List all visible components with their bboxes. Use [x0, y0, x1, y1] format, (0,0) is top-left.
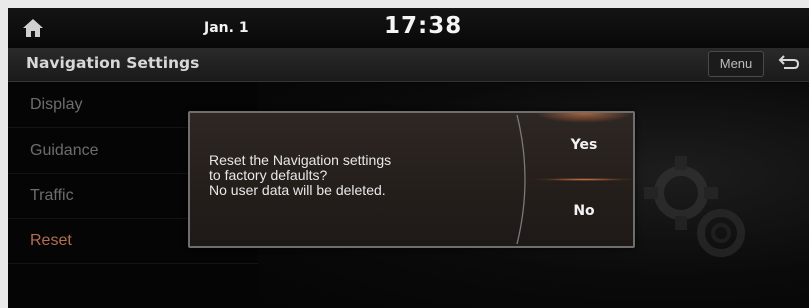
menu-button[interactable]: Menu: [708, 51, 764, 77]
sidebar-item-label: Guidance: [30, 142, 99, 159]
dialog-message-line: Reset the Navigation settings: [209, 152, 392, 168]
status-bar: Jan. 1 17:38: [8, 8, 809, 48]
back-arrow-icon[interactable]: [770, 51, 804, 77]
dialog-message-line: No user data will be deleted.: [209, 182, 386, 198]
dialog-divider: [516, 114, 526, 245]
head-unit-screen: Jan. 1 17:38 Navigation Settings Menu Di…: [8, 8, 809, 308]
title-bar: Navigation Settings Menu: [8, 48, 809, 82]
no-button[interactable]: No: [535, 180, 633, 246]
sidebar-item-label: Reset: [30, 232, 72, 249]
reset-confirm-dialog: Reset the Navigation settings to factory…: [188, 111, 635, 248]
dialog-message-line: to factory defaults?: [209, 167, 328, 183]
dialog-message: Reset the Navigation settings to factory…: [209, 153, 519, 198]
home-icon[interactable]: [21, 17, 45, 39]
status-date: Jan. 1: [204, 20, 249, 36]
sidebar-item-label: Traffic: [30, 187, 74, 204]
yes-button[interactable]: Yes: [535, 113, 633, 179]
status-clock: 17:38: [384, 13, 463, 39]
page-title: Navigation Settings: [26, 54, 200, 72]
sidebar-item-label: Display: [30, 96, 83, 113]
gear-icon: [644, 156, 745, 257]
